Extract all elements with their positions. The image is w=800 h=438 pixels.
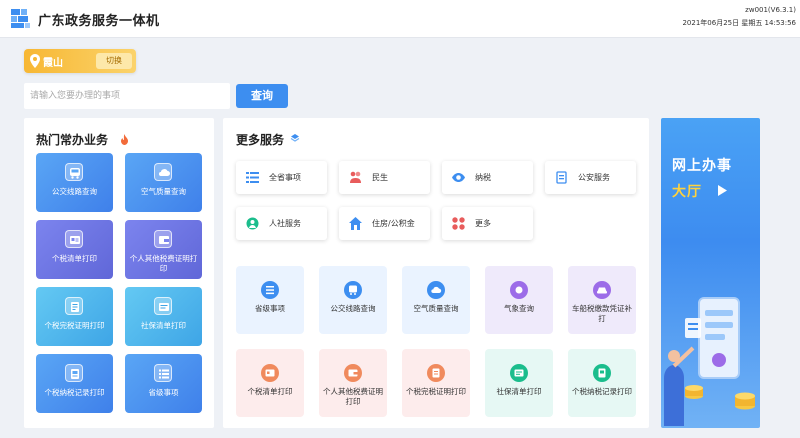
document-icon	[427, 364, 445, 382]
card-air-quality[interactable]: 空气质量查询	[402, 266, 470, 334]
wallet-icon	[154, 230, 172, 248]
fire-icon	[121, 134, 128, 145]
service-label: 人社服务	[269, 219, 301, 228]
card-label: 个税清单打印	[247, 387, 293, 396]
cloud-icon	[154, 163, 172, 181]
id-card-icon	[65, 230, 83, 248]
record-icon	[65, 364, 83, 382]
switch-location-button[interactable]: 切换	[96, 53, 132, 69]
layers-icon	[290, 134, 300, 142]
online-hall-banner[interactable]: 网上办事 大厅	[661, 118, 760, 428]
location-name: 霞山	[43, 58, 63, 69]
banner-subtitle: 大厅	[672, 184, 702, 200]
list-icon	[510, 364, 528, 382]
more-services-panel: 更多服务 全省事项 民生 纳税 公安服务 人社服务 住房/公积金 更多 省级事项…	[223, 118, 649, 428]
eye-icon	[452, 173, 465, 182]
service-label: 公安服务	[578, 173, 610, 182]
more-services-title: 更多服务	[236, 133, 285, 147]
card-tax-list[interactable]: 个税清单打印	[236, 349, 304, 417]
bus-icon	[344, 281, 362, 299]
service-tax[interactable]: 纳税	[442, 161, 533, 194]
house-icon	[349, 217, 362, 230]
hot-item-label: 社保清单打印	[141, 321, 186, 330]
card-provincial[interactable]: 省级事项	[236, 266, 304, 334]
service-label: 更多	[475, 219, 491, 228]
people-icon	[350, 171, 361, 183]
hot-services-panel: 热门常办业务 公交线路查询 空气质量查询 个税清单打印 个人其他税费证明打印 个…	[24, 118, 214, 428]
card-label: 车船税缴款凭证补打	[572, 304, 632, 323]
hot-item-label: 个人其他税费证明打印	[129, 254, 198, 273]
card-social-list[interactable]: 社保清单打印	[485, 349, 553, 417]
card-tax-proof[interactable]: 个税完税证明打印	[402, 349, 470, 417]
cloud-icon	[427, 281, 445, 299]
hot-services-title: 热门常办业务	[36, 133, 109, 147]
hot-item-other-tax[interactable]: 个人其他税费证明打印	[125, 220, 202, 279]
phone-illustration	[664, 297, 755, 426]
grid-icon	[452, 217, 465, 230]
service-all-province[interactable]: 全省事项	[236, 161, 327, 194]
service-label: 全省事项	[269, 173, 301, 182]
card-tax-record[interactable]: 个税纳税记录打印	[568, 349, 636, 417]
hot-item-label: 个税完税证明打印	[44, 321, 105, 330]
social-icon	[246, 217, 259, 230]
hot-item-label: 公交线路查询	[52, 187, 97, 196]
hot-item-label: 空气质量查询	[141, 187, 186, 196]
location-selector[interactable]: 霞山 切换	[24, 49, 136, 73]
service-social[interactable]: 人社服务	[236, 207, 327, 240]
card-bus-route[interactable]: 公交线路查询	[319, 266, 387, 334]
card-label: 个税完税证明打印	[406, 387, 466, 396]
card-label: 省级事项	[255, 304, 285, 313]
hot-item-label: 个税纳税记录打印	[44, 388, 105, 397]
hot-item-tax-list[interactable]: 个税清单打印	[36, 220, 113, 279]
card-other-tax[interactable]: 个人其他税费证明打印	[319, 349, 387, 417]
service-label: 纳税	[475, 173, 491, 182]
car-icon	[593, 281, 611, 299]
service-livelihood[interactable]: 民生	[339, 161, 430, 194]
hot-item-label: 个税清单打印	[52, 254, 97, 263]
hot-item-social-list[interactable]: 社保清单打印	[125, 287, 202, 346]
app-title: 广东政务服务一体机	[38, 14, 160, 29]
service-label: 住房/公积金	[372, 219, 415, 228]
hot-item-tax-proof[interactable]: 个税完税证明打印	[36, 287, 113, 346]
bus-icon	[65, 163, 83, 181]
id-card-icon	[261, 364, 279, 382]
search-input[interactable]	[24, 83, 230, 109]
search-button[interactable]: 查询	[236, 84, 288, 108]
version-label: zw001(V6.3.1)	[745, 6, 796, 14]
service-police[interactable]: 公安服务	[545, 161, 636, 194]
record-icon	[593, 364, 611, 382]
hot-item-provincial[interactable]: 省级事项	[125, 354, 202, 413]
hot-item-air-quality[interactable]: 空气质量查询	[125, 153, 202, 212]
service-label: 民生	[372, 173, 388, 182]
location-pin-icon	[30, 54, 40, 68]
list-icon	[154, 297, 172, 315]
document-icon	[65, 297, 83, 315]
card-vehicle-tax[interactable]: 车船税缴款凭证补打	[568, 266, 636, 334]
weather-icon	[510, 281, 528, 299]
police-icon	[556, 171, 567, 184]
card-label: 气象查询	[504, 304, 534, 313]
service-housing[interactable]: 住房/公积金	[339, 207, 430, 240]
banner-title: 网上办事	[672, 158, 732, 174]
card-label: 空气质量查询	[413, 304, 459, 313]
datetime-label: 2021年06月25日 星期五 14:53:56	[682, 19, 796, 27]
list-icon	[261, 281, 279, 299]
card-label: 公交线路查询	[330, 304, 376, 313]
service-more[interactable]: 更多	[442, 207, 533, 240]
list-icon	[154, 364, 172, 382]
logo-icon	[11, 9, 30, 28]
card-label: 个人其他税费证明打印	[323, 387, 383, 406]
hot-item-tax-record[interactable]: 个税纳税记录打印	[36, 354, 113, 413]
hot-item-label: 省级事项	[148, 388, 179, 397]
hot-item-bus-route[interactable]: 公交线路查询	[36, 153, 113, 212]
list-icon	[246, 172, 259, 183]
card-label: 个税纳税记录打印	[572, 387, 632, 396]
wallet-icon	[344, 364, 362, 382]
card-weather[interactable]: 气象查询	[485, 266, 553, 334]
card-label: 社保清单打印	[496, 387, 542, 396]
header-bar: 广东政务服务一体机 zw001(V6.3.1) 2021年06月25日 星期五 …	[0, 0, 800, 38]
play-arrow-icon	[718, 185, 727, 196]
